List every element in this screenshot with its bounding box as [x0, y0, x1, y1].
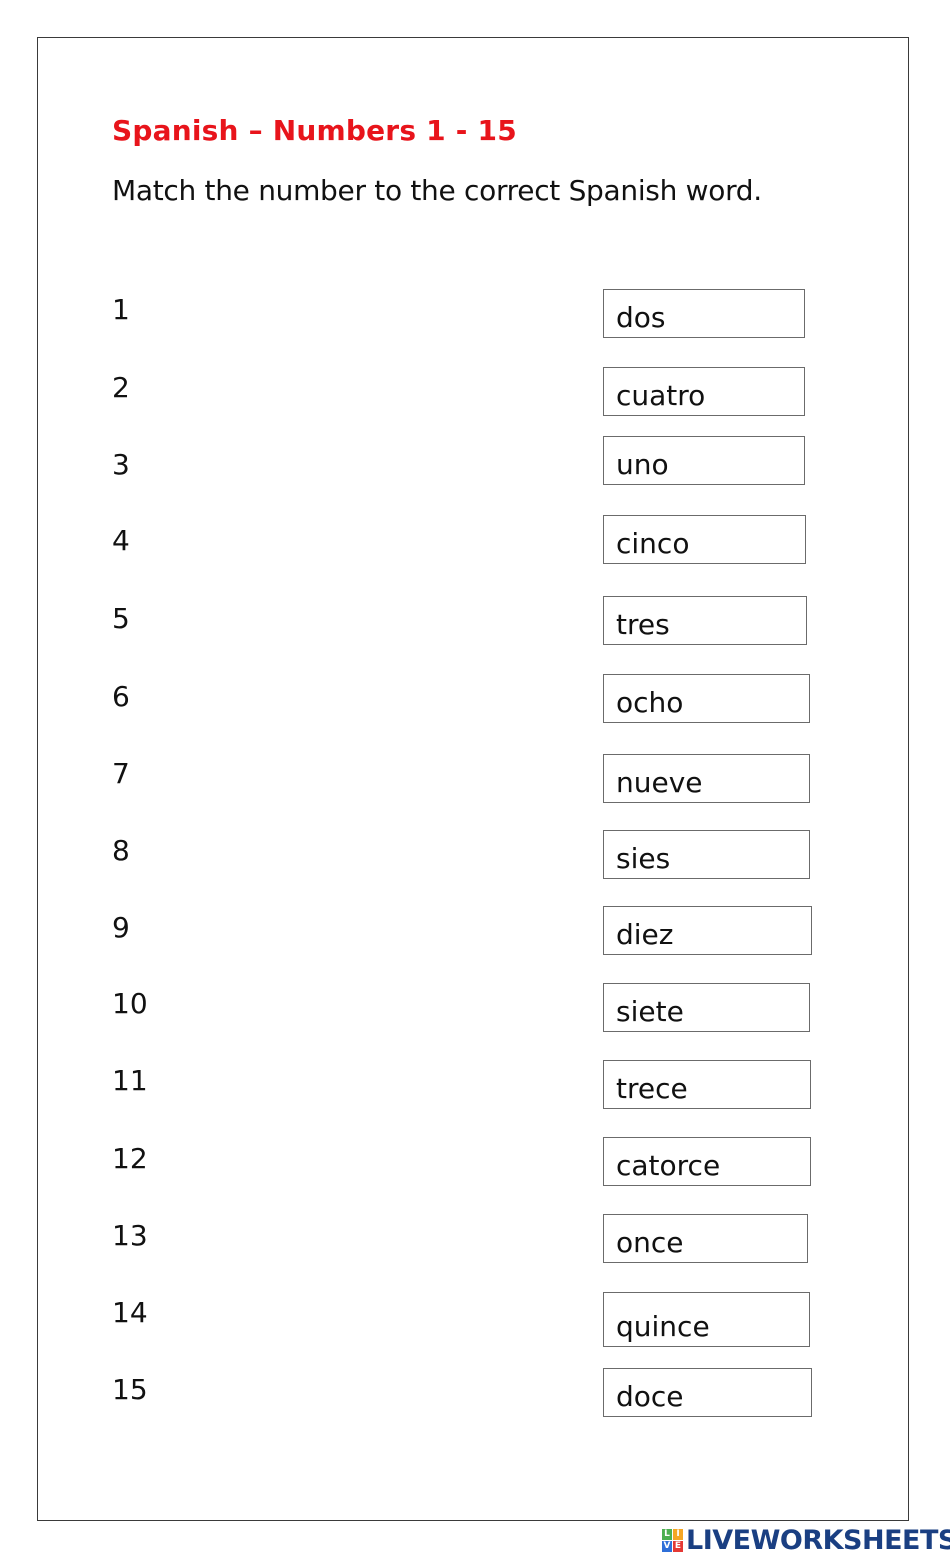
- number-label: 11: [112, 1064, 148, 1097]
- answer-box[interactable]: doce: [603, 1368, 812, 1417]
- logo-letter-l: L: [662, 1528, 672, 1540]
- answer-word: once: [616, 1226, 684, 1259]
- answer-box[interactable]: dos: [603, 289, 805, 338]
- number-label: 15: [112, 1373, 148, 1406]
- number-label: 1: [112, 293, 130, 326]
- number-label: 5: [112, 602, 130, 635]
- number-label: 7: [112, 757, 130, 790]
- answer-box[interactable]: once: [603, 1214, 808, 1263]
- answer-box[interactable]: cinco: [603, 515, 806, 564]
- worksheet-title: Spanish – Numbers 1 - 15: [112, 114, 517, 147]
- number-label: 12: [112, 1142, 148, 1175]
- number-label: 9: [112, 911, 130, 944]
- logo-letter-v: V: [662, 1540, 672, 1552]
- number-label: 13: [112, 1219, 148, 1252]
- logo-text: LIVEWORKSHEETS: [686, 1524, 950, 1556]
- number-label: 2: [112, 371, 130, 404]
- answer-box[interactable]: sies: [603, 830, 810, 879]
- answer-word: tres: [616, 608, 670, 641]
- answer-box[interactable]: ocho: [603, 674, 810, 723]
- answer-word: uno: [616, 448, 669, 481]
- answer-word: doce: [616, 1380, 684, 1413]
- answer-word: quince: [616, 1310, 710, 1343]
- answer-box[interactable]: tres: [603, 596, 807, 645]
- answer-box[interactable]: uno: [603, 436, 805, 485]
- answer-box[interactable]: siete: [603, 983, 810, 1032]
- answer-word: diez: [616, 918, 674, 951]
- answer-word: cinco: [616, 527, 690, 560]
- logo-letter-e: E: [673, 1540, 683, 1552]
- number-label: 3: [112, 448, 130, 481]
- number-label: 6: [112, 680, 130, 713]
- answer-box[interactable]: cuatro: [603, 367, 805, 416]
- answer-word: sies: [616, 842, 671, 875]
- number-label: 4: [112, 524, 130, 557]
- answer-box[interactable]: trece: [603, 1060, 811, 1109]
- answer-word: nueve: [616, 766, 703, 799]
- instructions-text: Match the number to the correct Spanish …: [112, 174, 762, 207]
- answer-word: ocho: [616, 686, 684, 719]
- answer-word: trece: [616, 1072, 688, 1105]
- answer-word: dos: [616, 301, 666, 334]
- answer-word: siete: [616, 995, 684, 1028]
- liveworksheets-logo[interactable]: L I V E LIVEWORKSHEETS: [662, 1524, 950, 1556]
- live-grid-icon: L I V E: [662, 1528, 683, 1552]
- answer-box[interactable]: catorce: [603, 1137, 811, 1186]
- answer-box[interactable]: diez: [603, 906, 812, 955]
- number-label: 10: [112, 987, 148, 1020]
- logo-letter-i: I: [673, 1528, 683, 1540]
- number-label: 8: [112, 834, 130, 867]
- answer-word: cuatro: [616, 379, 706, 412]
- answer-box[interactable]: quince: [603, 1292, 810, 1347]
- answer-word: catorce: [616, 1149, 721, 1182]
- number-label: 14: [112, 1296, 148, 1329]
- answer-box[interactable]: nueve: [603, 754, 810, 803]
